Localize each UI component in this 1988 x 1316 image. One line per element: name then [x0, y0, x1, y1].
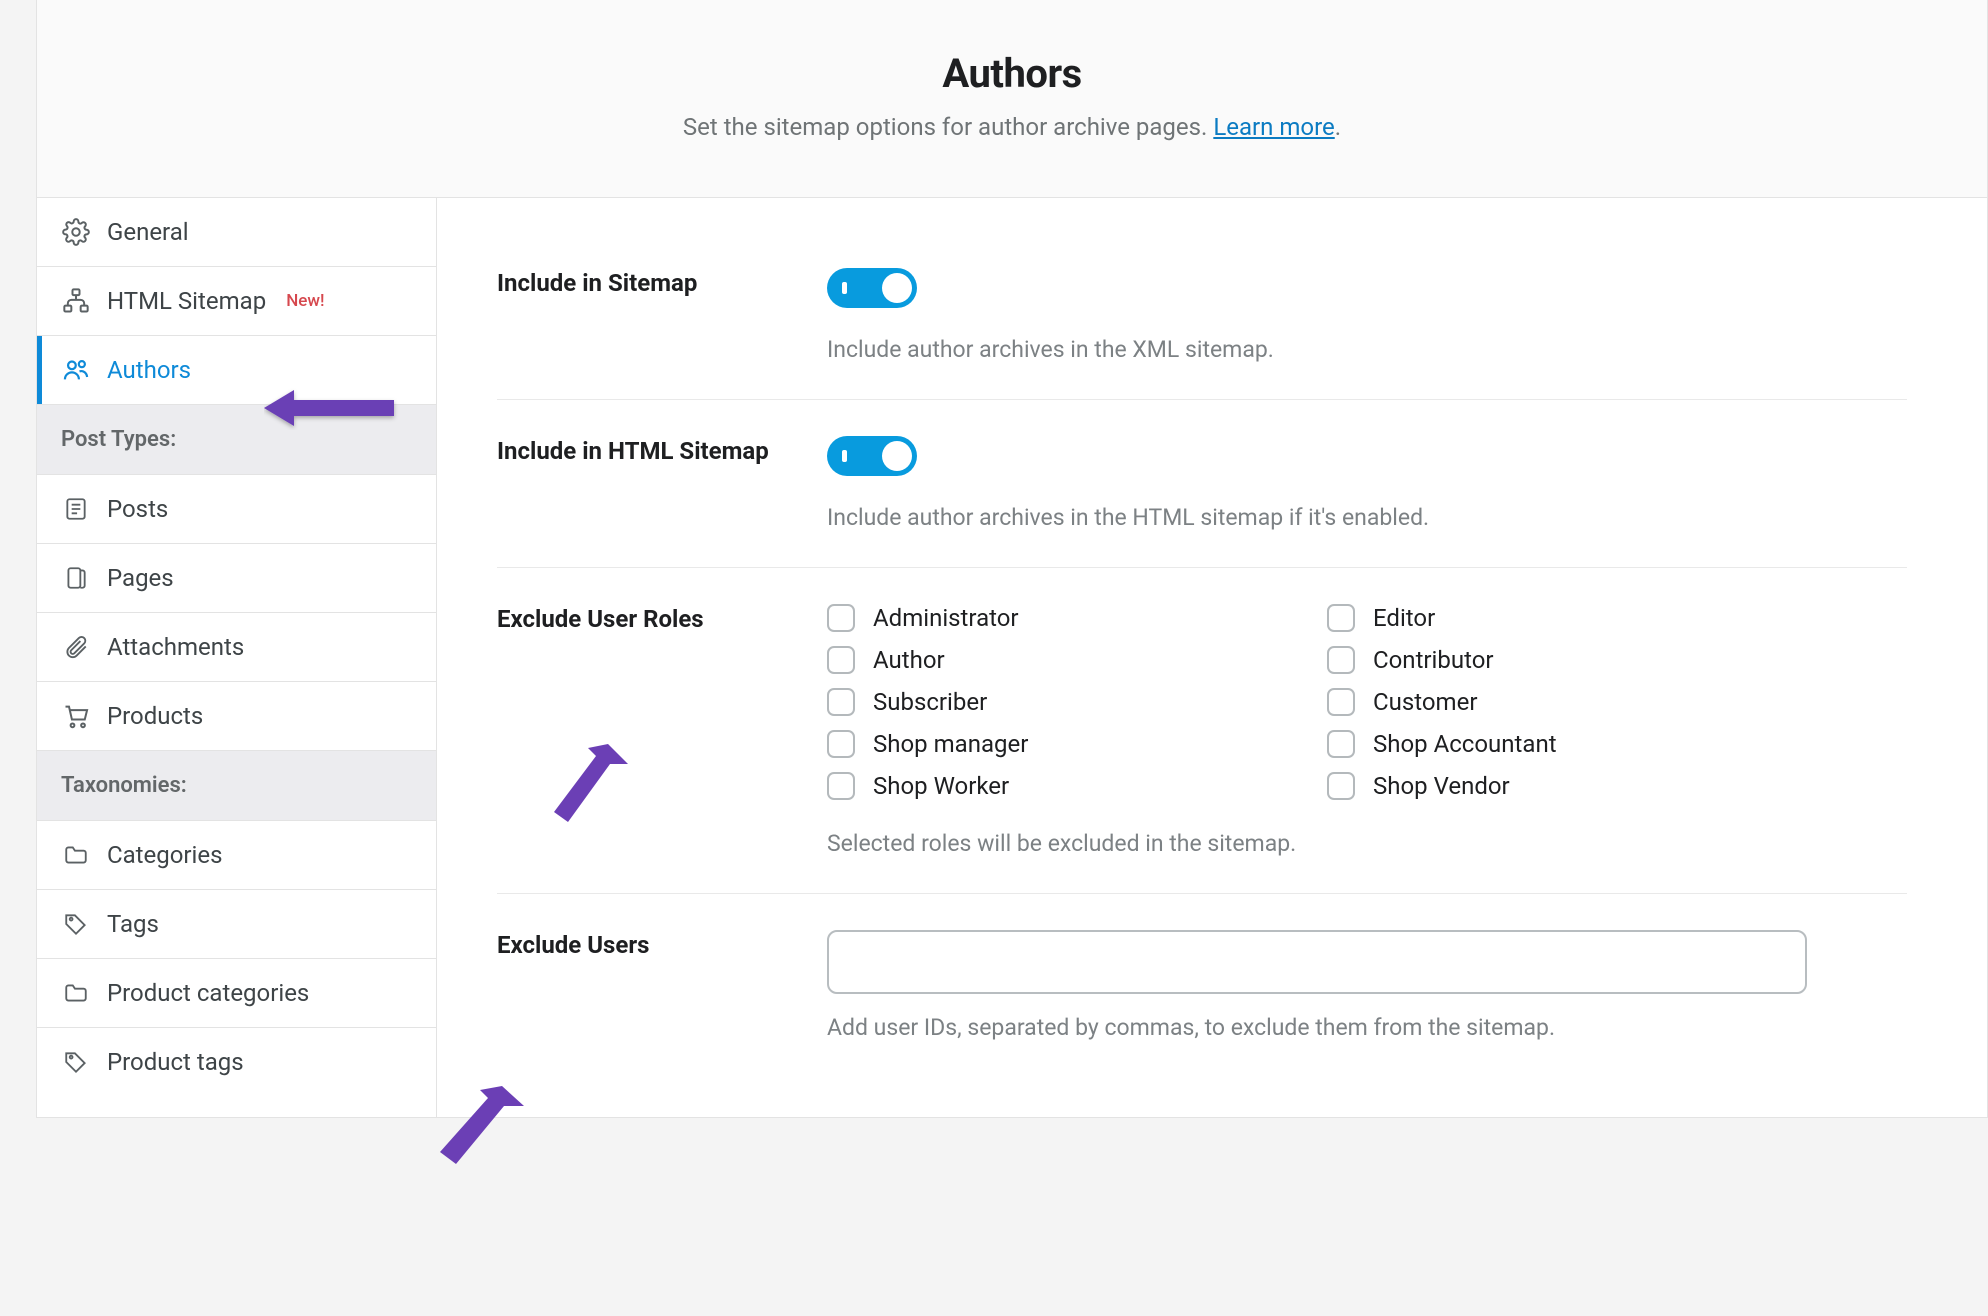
include-sitemap-toggle[interactable] [827, 268, 917, 308]
setting-label: Include in HTML Sitemap [497, 436, 827, 531]
sidebar-item-label: Attachments [107, 633, 244, 661]
checkbox-icon [1327, 688, 1355, 716]
checkbox-icon [827, 730, 855, 758]
sidebar-item-product-tags[interactable]: Product tags [37, 1028, 436, 1096]
sidebar-item-label: HTML Sitemap [107, 287, 266, 315]
setting-exclude-roles: Exclude User Roles Administrator Author … [497, 568, 1907, 894]
main-content: Include in Sitemap Include author archiv… [437, 198, 1987, 1117]
sidebar-section-taxonomies: Taxonomies: [37, 751, 436, 821]
page-header: Authors Set the sitemap options for auth… [36, 0, 1988, 198]
users-icon [61, 356, 91, 384]
gear-icon [61, 218, 91, 246]
page-subtitle: Set the sitemap options for author archi… [77, 113, 1947, 141]
sidebar-item-label: Posts [107, 495, 168, 523]
checkbox-icon [827, 772, 855, 800]
sidebar-item-label: Authors [107, 356, 191, 384]
sidebar-item-attachments[interactable]: Attachments [37, 613, 436, 682]
role-checkbox[interactable]: Shop manager [827, 730, 1287, 758]
sidebar-item-label: Pages [107, 564, 174, 592]
paperclip-icon [61, 634, 91, 660]
sidebar: General HTML Sitemap New! [37, 198, 437, 1117]
role-checkbox[interactable]: Subscriber [827, 688, 1287, 716]
sidebar-item-categories[interactable]: Categories [37, 821, 436, 890]
setting-include-html-sitemap: Include in HTML Sitemap Include author a… [497, 400, 1907, 568]
sidebar-item-tags[interactable]: Tags [37, 890, 436, 959]
setting-description: Include author archives in the XML sitem… [827, 336, 1907, 363]
role-checkbox[interactable]: Shop Worker [827, 772, 1287, 800]
new-badge: New! [286, 291, 324, 311]
checkbox-icon [1327, 646, 1355, 674]
role-checkbox[interactable]: Author [827, 646, 1287, 674]
sidebar-section-post-types: Post Types: [37, 405, 436, 475]
role-checkbox[interactable]: Shop Accountant [1327, 730, 1787, 758]
page-title: Authors [77, 50, 1947, 97]
sidebar-item-product-categories[interactable]: Product categories [37, 959, 436, 1028]
sitemap-icon [61, 287, 91, 315]
setting-include-sitemap: Include in Sitemap Include author archiv… [497, 258, 1907, 400]
posts-icon [61, 496, 91, 522]
setting-label: Exclude User Roles [497, 604, 827, 857]
tag-icon [61, 911, 91, 937]
sidebar-item-label: Tags [107, 910, 159, 938]
checkbox-icon [827, 604, 855, 632]
role-checkbox[interactable]: Customer [1327, 688, 1787, 716]
setting-description: Include author archives in the HTML site… [827, 504, 1907, 531]
sidebar-item-label: Categories [107, 841, 223, 869]
sidebar-item-products[interactable]: Products [37, 682, 436, 751]
setting-label: Include in Sitemap [497, 268, 827, 363]
setting-description: Add user IDs, separated by commas, to ex… [827, 1014, 1907, 1041]
checkbox-icon [827, 688, 855, 716]
pages-icon [61, 565, 91, 591]
checkbox-icon [1327, 604, 1355, 632]
learn-more-link[interactable]: Learn more [1213, 113, 1334, 141]
setting-label: Exclude Users [497, 930, 827, 1041]
folder-icon [61, 842, 91, 868]
setting-exclude-users: Exclude Users Add user IDs, separated by… [497, 894, 1907, 1077]
sidebar-item-label: Product tags [107, 1048, 244, 1076]
sidebar-item-general[interactable]: General [37, 198, 436, 267]
sidebar-item-label: General [107, 218, 189, 246]
exclude-users-input[interactable] [827, 930, 1807, 994]
role-checkbox[interactable]: Editor [1327, 604, 1787, 632]
role-checkbox[interactable]: Administrator [827, 604, 1287, 632]
setting-description: Selected roles will be excluded in the s… [827, 830, 1907, 857]
role-checkbox[interactable]: Shop Vendor [1327, 772, 1787, 800]
sidebar-item-html-sitemap[interactable]: HTML Sitemap New! [37, 267, 436, 336]
sidebar-item-posts[interactable]: Posts [37, 475, 436, 544]
folder-icon [61, 980, 91, 1006]
checkbox-icon [827, 646, 855, 674]
sidebar-item-label: Product categories [107, 979, 309, 1007]
sidebar-item-label: Products [107, 702, 203, 730]
tag-icon [61, 1049, 91, 1075]
include-html-sitemap-toggle[interactable] [827, 436, 917, 476]
role-grid: Administrator Author Subscriber Shop man… [827, 604, 1787, 800]
checkbox-icon [1327, 772, 1355, 800]
cart-icon [61, 702, 91, 730]
sidebar-item-pages[interactable]: Pages [37, 544, 436, 613]
sidebar-item-authors[interactable]: Authors [37, 335, 436, 405]
role-checkbox[interactable]: Contributor [1327, 646, 1787, 674]
checkbox-icon [1327, 730, 1355, 758]
